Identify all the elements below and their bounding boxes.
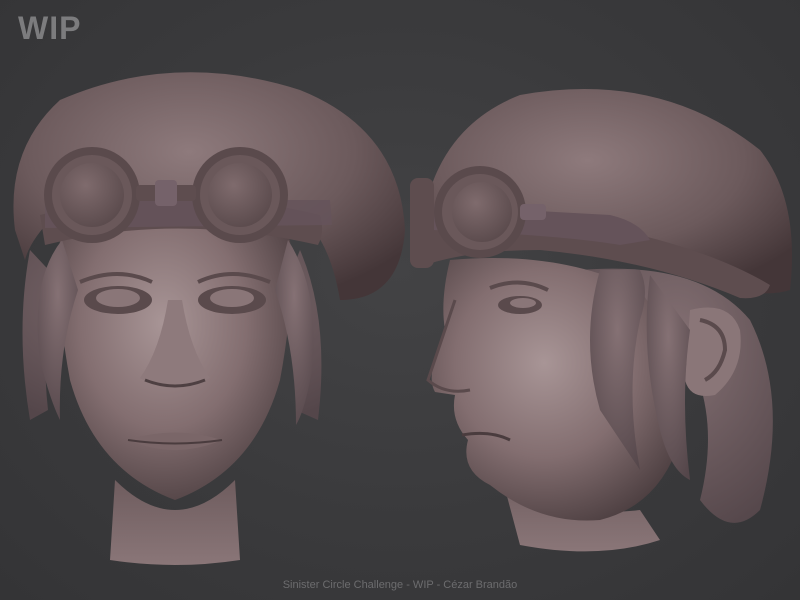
side-view-head [410,89,792,552]
front-view-head [13,72,405,565]
caption-credit: Sinister Circle Challenge - WIP - Cézar … [282,579,518,591]
sculpt-render [13,72,792,565]
wip-watermark: WIP [18,10,82,46]
